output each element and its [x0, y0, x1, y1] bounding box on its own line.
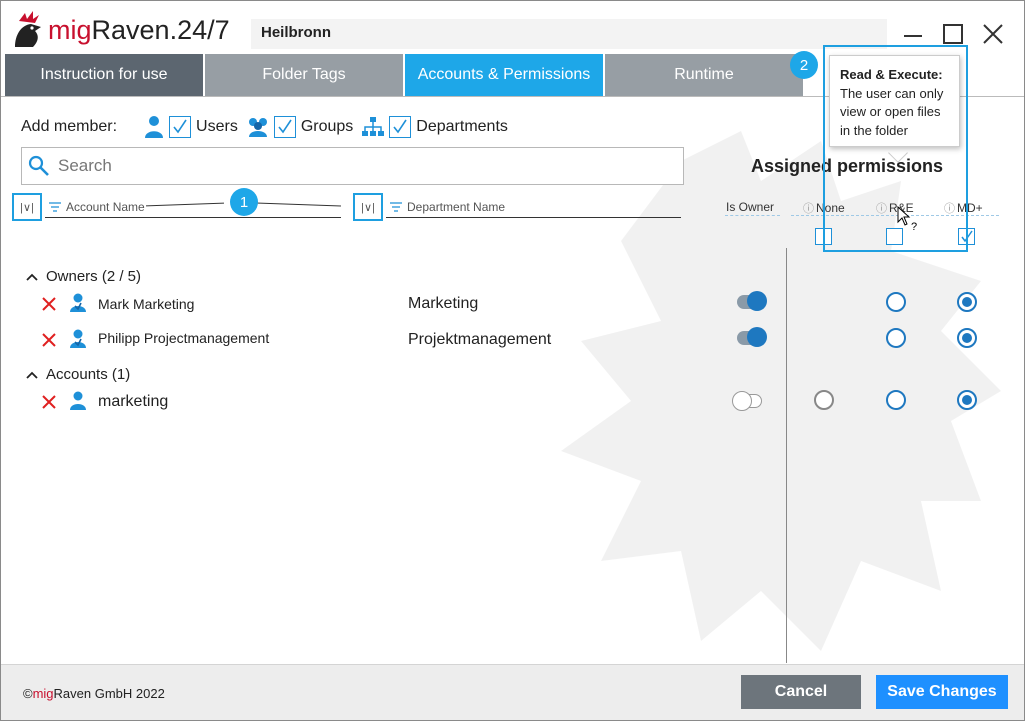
checkmark-icon	[173, 119, 187, 134]
account-sort-toggle[interactable]: |∨|	[12, 193, 42, 221]
close-icon	[983, 24, 1003, 44]
toggle-knob	[747, 291, 767, 311]
read-execute-radio[interactable]	[886, 390, 906, 410]
is-owner-toggle[interactable]	[737, 291, 767, 311]
app-window: migRaven.24/7 Heilbronn Instruction for …	[0, 0, 1025, 721]
filter-icon	[49, 202, 61, 212]
accounts-group-label: Accounts (1)	[46, 366, 131, 383]
users-label: Users	[196, 118, 238, 135]
maximize-icon	[943, 24, 963, 44]
toggle-knob	[747, 327, 767, 347]
owners-group-header[interactable]: Owners (2 / 5)	[26, 268, 141, 285]
copyright-rest: Raven GmbH 2022	[53, 686, 165, 701]
org-chart-icon	[361, 116, 385, 138]
raven-logo-icon	[15, 11, 41, 47]
is-owner-toggle[interactable]	[737, 327, 767, 347]
department-sort-toggle[interactable]: |∨|	[353, 193, 383, 221]
read-execute-radio[interactable]	[886, 328, 906, 348]
checkmark-icon	[278, 119, 292, 134]
account-name: Philipp Projectmanagement	[98, 330, 270, 346]
accounts-group-header[interactable]: Accounts (1)	[26, 366, 130, 383]
owner-dashed-line	[725, 215, 780, 216]
footer-bar: ©migRaven GmbH 2022 Cancel Save Changes	[1, 664, 1024, 720]
none-radio[interactable]	[814, 390, 834, 410]
search-icon	[28, 155, 49, 176]
is-owner-toggle[interactable]	[732, 391, 762, 411]
groups-label: Groups	[300, 118, 354, 135]
modify-plus-radio[interactable]	[957, 292, 977, 312]
chevron-up-icon	[26, 273, 38, 281]
save-changes-button[interactable]: Save Changes	[876, 675, 1008, 709]
svg-text:?: ?	[911, 221, 917, 232]
tab-accounts-permissions[interactable]: Accounts & Permissions	[405, 54, 605, 96]
departments-label: Departments	[416, 118, 508, 135]
department-name-label: Department Name	[407, 200, 506, 214]
connector-line	[256, 202, 341, 207]
app-title: migRaven.24/7	[48, 15, 230, 46]
add-member-label: Add member:	[21, 118, 118, 135]
user-owner-icon	[70, 329, 86, 348]
location-field: Heilbronn	[251, 19, 887, 49]
department-name: Marketing	[408, 295, 479, 312]
owners-group-label: Owners (2 / 5)	[46, 268, 142, 285]
member-option-users[interactable]: Users	[143, 115, 238, 139]
add-member-row: Add member: Users Groups Departments	[21, 115, 516, 139]
member-option-groups[interactable]: Groups	[246, 115, 353, 139]
chevron-up-icon	[26, 371, 38, 379]
app-title-suffix: Raven.24/7	[91, 15, 230, 45]
modify-plus-radio[interactable]	[957, 328, 977, 348]
read-execute-radio[interactable]	[886, 292, 906, 312]
departments-checkbox[interactable]	[389, 116, 412, 138]
tooltip-line: The user can only	[840, 85, 944, 101]
cancel-button[interactable]: Cancel	[741, 675, 861, 709]
user-icon	[143, 115, 165, 139]
users-checkbox[interactable]	[169, 116, 192, 138]
group-icon	[246, 115, 270, 139]
copyright-symbol: ©	[23, 686, 33, 701]
groups-checkbox[interactable]	[273, 116, 296, 138]
toggle-knob	[732, 391, 752, 411]
info-icon: ⓘ	[803, 203, 814, 215]
search-input[interactable]	[58, 156, 658, 176]
account-name-label: Account Name	[66, 200, 145, 214]
user-owner-icon	[70, 293, 86, 312]
tooltip-line: view or open files	[840, 104, 941, 119]
permissions-divider	[786, 248, 787, 663]
connector-line	[146, 202, 224, 207]
account-name: Mark Marketing	[98, 296, 195, 312]
copyright-brand: mig	[32, 686, 54, 701]
minimize-icon	[904, 35, 922, 37]
read-execute-tooltip: Read & Execute: The user can only view o…	[829, 55, 960, 147]
member-option-departments[interactable]: Departments	[361, 116, 508, 138]
step-badge-1: 1	[230, 188, 258, 216]
filter-icon	[390, 202, 402, 212]
tab-folder-tags[interactable]: Folder Tags	[205, 54, 405, 96]
checkmark-icon	[393, 119, 407, 134]
remove-icon[interactable]	[41, 332, 57, 348]
tooltip-line: in the folder	[840, 122, 908, 138]
remove-icon[interactable]	[41, 296, 57, 312]
tab-runtime[interactable]: Runtime	[605, 54, 805, 96]
cursor-icon: ?	[897, 206, 917, 232]
tab-instruction-for-use[interactable]: Instruction for use	[5, 54, 205, 96]
account-column-underline	[45, 217, 341, 218]
copyright-text: ©migRaven GmbH 2022	[23, 686, 165, 701]
user-icon	[70, 391, 86, 410]
app-title-brand: mig	[48, 15, 92, 45]
tooltip-title: Read & Execute:	[840, 67, 943, 82]
department-name: Projektmanagement	[408, 331, 552, 348]
search-box[interactable]	[21, 147, 684, 185]
remove-icon[interactable]	[41, 394, 57, 410]
close-window-button[interactable]	[978, 19, 1008, 49]
is-owner-header: Is Owner	[726, 200, 775, 214]
modify-plus-radio[interactable]	[957, 390, 977, 410]
tab-bar: Instruction for use Folder Tags Accounts…	[5, 54, 805, 96]
department-column-underline	[386, 217, 681, 218]
step-badge-2: 2	[790, 51, 818, 79]
account-name: marketing	[98, 393, 169, 410]
